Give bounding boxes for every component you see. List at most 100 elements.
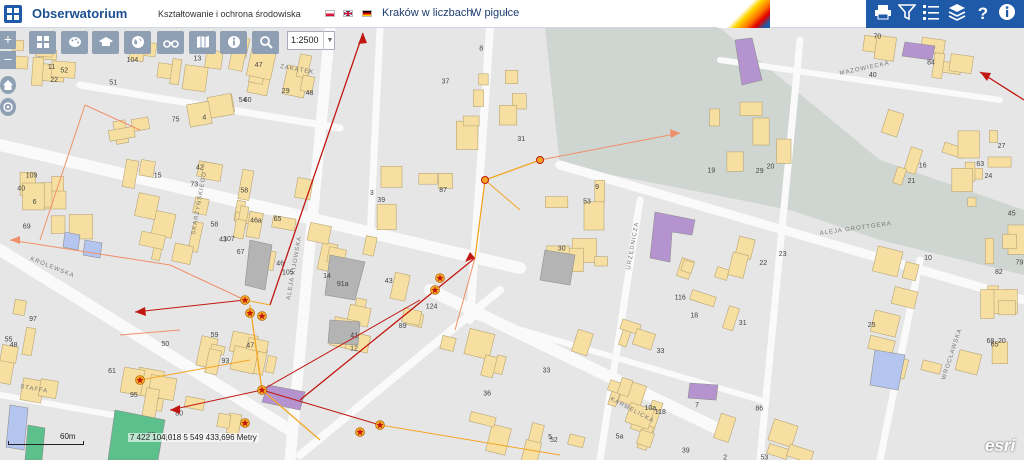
building[interactable] — [264, 355, 278, 374]
route-stop-star-icon[interactable] — [240, 295, 250, 305]
building[interactable] — [567, 433, 586, 449]
building[interactable] — [186, 100, 213, 128]
building[interactable] — [776, 138, 792, 164]
blue-building[interactable] — [869, 349, 906, 391]
building[interactable] — [107, 125, 136, 142]
building[interactable] — [594, 256, 608, 267]
building[interactable] — [998, 300, 1016, 316]
education-icon[interactable] — [92, 31, 119, 54]
gray-building[interactable] — [244, 239, 273, 291]
building[interactable] — [169, 58, 183, 86]
building[interactable] — [713, 412, 737, 443]
building[interactable] — [389, 271, 411, 302]
route-stop-star-icon[interactable] — [135, 375, 145, 385]
list-icon[interactable] — [920, 3, 942, 25]
building[interactable] — [880, 109, 905, 138]
building[interactable] — [739, 101, 763, 116]
building[interactable] — [31, 56, 45, 87]
building[interactable] — [988, 130, 998, 143]
building[interactable] — [689, 289, 717, 308]
building[interactable] — [951, 168, 973, 192]
flag-pl-icon[interactable] — [325, 10, 335, 17]
home-button[interactable] — [0, 76, 16, 94]
building[interactable] — [462, 115, 480, 127]
gray-building[interactable] — [539, 249, 576, 286]
info-icon[interactable] — [996, 3, 1018, 25]
building[interactable] — [237, 168, 255, 201]
building[interactable] — [134, 192, 160, 221]
building[interactable] — [767, 418, 799, 448]
building[interactable] — [232, 218, 247, 240]
map-icon[interactable] — [189, 31, 216, 54]
locate-button[interactable] — [0, 98, 16, 116]
layers-icon[interactable] — [946, 3, 968, 25]
building[interactable] — [752, 117, 770, 146]
building[interactable] — [948, 53, 974, 75]
building[interactable] — [485, 423, 512, 456]
building[interactable] — [171, 242, 194, 265]
route-stop-star-icon[interactable] — [245, 308, 255, 318]
building[interactable] — [498, 105, 518, 126]
chevron-down-icon[interactable]: ▼ — [323, 31, 336, 50]
building[interactable] — [362, 235, 378, 257]
nav-link-numbers[interactable]: Kraków w liczbach — [382, 7, 472, 19]
gray-building[interactable] — [324, 254, 366, 301]
zoom-in-button[interactable]: + — [0, 31, 16, 49]
route-stop-star-icon[interactable] — [257, 385, 267, 395]
route-stop-star-icon[interactable] — [435, 273, 445, 283]
globe-icon[interactable] — [124, 31, 151, 54]
building[interactable] — [439, 334, 457, 352]
route-stop-star-icon[interactable] — [240, 418, 250, 428]
building[interactable] — [583, 201, 605, 231]
building[interactable] — [714, 266, 731, 281]
building[interactable] — [727, 251, 750, 279]
building[interactable] — [726, 151, 744, 172]
building[interactable] — [987, 156, 1012, 168]
map-canvas[interactable]: KRÓLEWSKA ALEJA KIJOWSKAALEJA GROTTGERAUR… — [0, 0, 1024, 460]
building[interactable] — [181, 64, 209, 93]
zoom-out-button[interactable]: − — [0, 51, 16, 69]
building[interactable] — [786, 443, 815, 460]
route-node-icon[interactable] — [536, 156, 544, 164]
building[interactable] — [980, 289, 995, 319]
app-logo-icon[interactable] — [4, 5, 22, 23]
route-stop-star-icon[interactable] — [375, 420, 385, 430]
building[interactable] — [473, 89, 484, 107]
route-node-icon[interactable] — [481, 176, 489, 184]
search-icon[interactable] — [252, 31, 279, 54]
building[interactable] — [463, 328, 496, 361]
building[interactable] — [216, 412, 232, 429]
building[interactable] — [871, 245, 904, 278]
building[interactable] — [468, 411, 497, 428]
blue-building[interactable] — [62, 231, 81, 251]
app-title[interactable]: Obserwatorium — [32, 6, 127, 21]
blue-building[interactable] — [82, 239, 103, 259]
building[interactable] — [957, 130, 980, 159]
building[interactable] — [418, 173, 438, 185]
palette-icon[interactable] — [61, 31, 88, 54]
building[interactable] — [12, 298, 27, 317]
nav-link-nutshell[interactable]: W pigułce — [471, 7, 519, 19]
building[interactable] — [478, 73, 489, 86]
building[interactable] — [380, 166, 403, 188]
building[interactable] — [504, 70, 519, 85]
route-stop-star-icon[interactable] — [355, 427, 365, 437]
purple-building[interactable] — [687, 382, 719, 401]
info-tool-icon[interactable] — [220, 31, 247, 54]
building[interactable] — [984, 238, 994, 265]
building[interactable] — [1002, 233, 1017, 249]
route-stop-star-icon[interactable] — [430, 285, 440, 295]
purple-building[interactable] — [649, 211, 696, 263]
building[interactable] — [967, 197, 977, 207]
grid-icon[interactable] — [29, 31, 56, 54]
building[interactable] — [722, 305, 740, 332]
route-stop-star-icon[interactable] — [257, 311, 267, 321]
flag-de-icon[interactable] — [362, 10, 372, 17]
building[interactable] — [206, 93, 235, 119]
print-icon[interactable] — [872, 3, 894, 25]
building[interactable] — [376, 203, 397, 230]
building[interactable] — [21, 326, 37, 357]
building[interactable] — [50, 215, 66, 234]
building[interactable] — [920, 359, 943, 375]
building[interactable] — [709, 108, 720, 127]
